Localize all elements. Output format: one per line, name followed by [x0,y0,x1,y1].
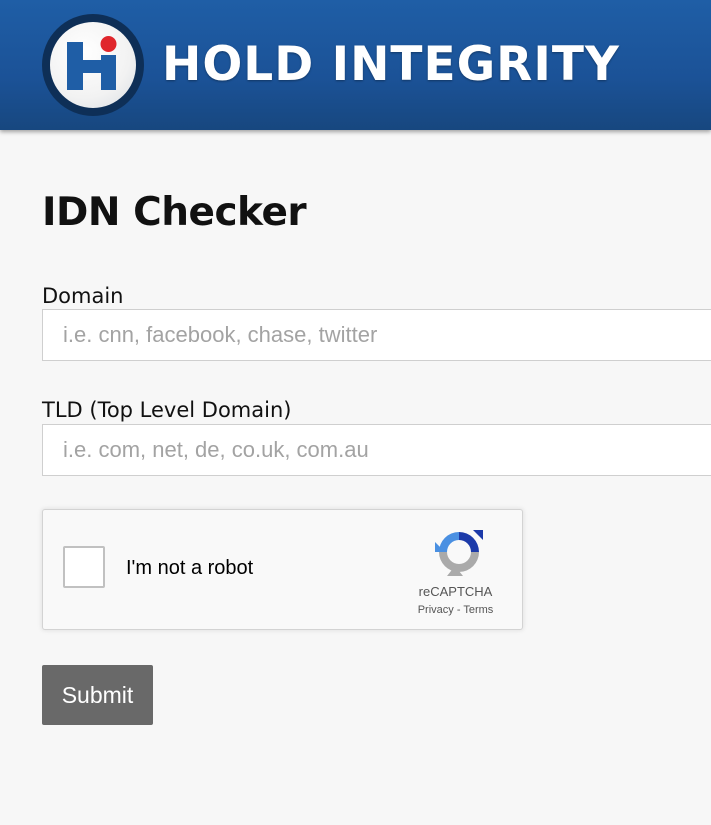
logo-h-left-stem [67,42,83,90]
logo-i-dot [100,36,117,52]
domain-input[interactable] [42,309,711,361]
tld-input[interactable] [42,424,711,476]
logo-hi-icon [67,36,117,90]
recaptcha-widget: I'm not a robot reCAPTCHA Privacy - Term… [42,509,523,630]
recaptcha-links: Privacy - Terms [403,603,508,617]
privacy-link[interactable]: Privacy [418,604,454,616]
link-separator: - [453,604,464,616]
tld-label: TLD (Top Level Domain) [42,398,292,422]
recaptcha-checkbox-label: I'm not a robot [126,557,254,579]
logo-h-crossbar [81,60,101,73]
terms-link[interactable]: Terms [463,604,493,616]
recaptcha-logo-icon [435,530,483,576]
site-header: HOLD INTEGRITY [0,0,711,130]
domain-label: Domain [42,284,124,308]
brand-name: HOLD INTEGRITY [162,37,620,92]
recaptcha-checkbox[interactable] [63,546,105,588]
logo-i-stem [101,55,116,90]
recaptcha-brand-label: reCAPTCHA [418,584,493,599]
submit-button[interactable]: Submit [42,665,153,725]
page-title: IDN Checker [42,190,307,235]
